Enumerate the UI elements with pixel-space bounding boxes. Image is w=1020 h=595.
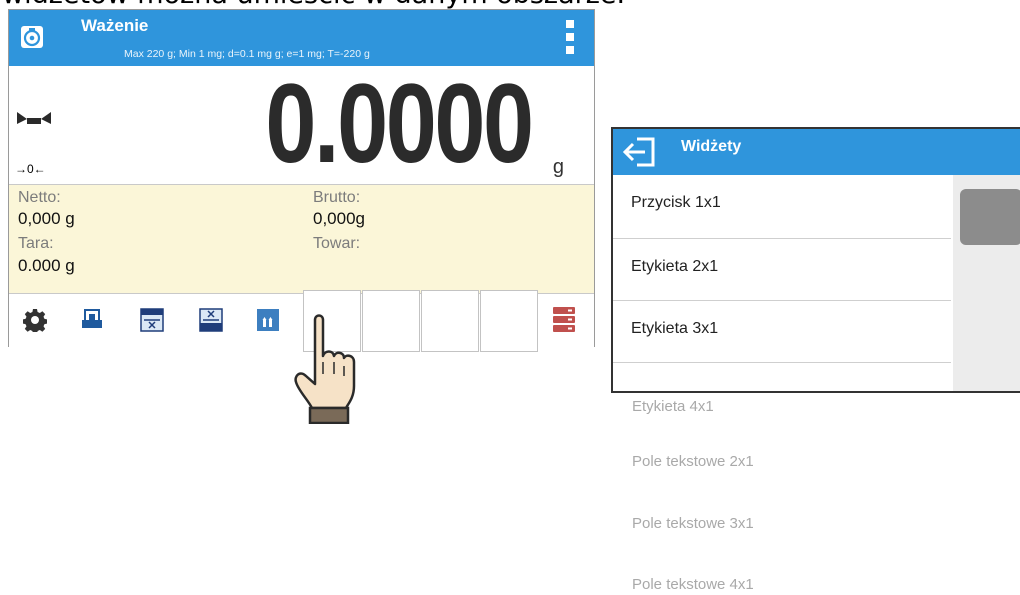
weight-value: 0.0000 — [265, 61, 535, 186]
list-item-label: Etykieta 2x1 — [631, 258, 719, 275]
pointing-hand-icon — [294, 314, 356, 424]
weighing-header: Ważenie Max 220 g; Min 1 mg; d=0.1 mg g;… — [9, 10, 594, 66]
towar-label: Towar: — [313, 235, 361, 252]
list-item-hidden: Pole tekstowe 2x1 — [632, 453, 754, 470]
list-item-hidden: Etykieta 4x1 — [632, 398, 714, 415]
tara-value: 0.000 g — [18, 256, 75, 275]
tare-icon[interactable] — [140, 308, 164, 332]
weight-unit: g — [552, 156, 564, 178]
gear-icon[interactable] — [23, 308, 47, 332]
tara-label: Tara: — [18, 235, 54, 252]
list-item-label: Przycisk 1x1 — [631, 194, 721, 211]
list-item-hidden: Pole tekstowe 4x1 — [632, 576, 754, 593]
scrollbar-thumb[interactable] — [960, 189, 1020, 245]
empty-widget-slot[interactable] — [480, 290, 538, 352]
widgets-panel: Widżety Przycisk 1x1 Etykieta 2x1 Etykie… — [611, 127, 1020, 393]
list-item[interactable]: Etykieta 2x1 — [613, 239, 951, 301]
zero-indicator: →0← — [15, 162, 46, 176]
empty-widget-slot[interactable] — [362, 290, 420, 352]
print-icon[interactable] — [80, 308, 104, 332]
scale-logo-icon — [21, 26, 43, 48]
back-icon[interactable] — [621, 136, 661, 168]
weighing-title: Ważenie — [81, 16, 149, 35]
stats-icon[interactable] — [256, 308, 280, 332]
list-item[interactable]: Przycisk 1x1 — [613, 175, 951, 239]
result-area: →0← 0.0000 g — [9, 61, 594, 186]
brutto-value: 0,000g — [313, 209, 365, 228]
database-icon[interactable] — [552, 306, 576, 334]
widgets-header: Widżety — [613, 129, 1020, 175]
scrollbar[interactable] — [953, 175, 1020, 391]
widgets-title: Widżety — [681, 138, 742, 155]
list-item-hidden: Pole tekstowe 3x1 — [632, 515, 754, 532]
cancel-tare-icon[interactable] — [199, 308, 223, 332]
info-panel: Netto: 0,000 g Brutto: 0,000g Tara: 0.00… — [9, 184, 594, 294]
stability-icon — [17, 112, 51, 124]
list-item-label: Etykieta 3x1 — [631, 320, 719, 337]
menu-icon[interactable] — [566, 20, 574, 54]
weighing-screen: Ważenie Max 220 g; Min 1 mg; d=0.1 mg g;… — [8, 9, 595, 352]
brutto-label: Brutto: — [313, 189, 361, 206]
empty-widget-slot[interactable] — [421, 290, 479, 352]
netto-label: Netto: — [18, 189, 61, 206]
list-item[interactable]: Etykieta 3x1 — [613, 301, 951, 363]
weighing-params: Max 220 g; Min 1 mg; d=0.1 mg g; e=1 mg;… — [124, 48, 370, 60]
netto-value: 0,000 g — [18, 209, 75, 228]
